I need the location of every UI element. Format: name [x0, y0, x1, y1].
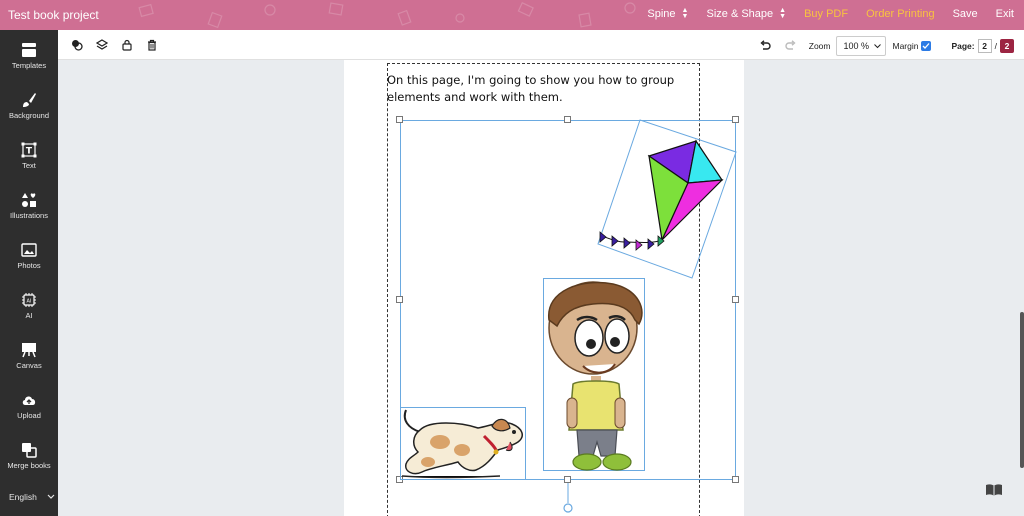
sidebar-item-label: Canvas	[16, 361, 42, 370]
language-label: English	[9, 492, 37, 502]
sidebar-item-upload[interactable]: Upload	[0, 392, 58, 420]
sidebar-item-label: Background	[8, 111, 50, 120]
margin-checkbox[interactable]	[921, 41, 932, 51]
buy-pdf-link[interactable]: Buy PDF	[804, 8, 848, 20]
boy-illustration[interactable]	[543, 280, 647, 472]
spine-dropdown[interactable]: Spine ▲ ▼	[647, 7, 689, 20]
chevron-down-icon	[874, 43, 882, 48]
templates-icon	[22, 43, 36, 57]
toolbar-right: Zoom 100 % Margin Page: 2 / 2	[759, 36, 1014, 56]
merge-icon	[22, 443, 37, 458]
kite-illustration[interactable]	[596, 118, 738, 282]
resize-handle[interactable]	[564, 476, 571, 483]
sidebar-item-label: Illustrations	[10, 211, 48, 220]
sidebar-item-canvas[interactable]: Canvas	[0, 342, 58, 370]
redo-icon[interactable]	[785, 40, 797, 52]
left-sidebar: Templates Background T Text Illustration…	[0, 30, 58, 516]
order-printing-link[interactable]: Order Printing	[866, 8, 934, 20]
sidebar-item-illustrations[interactable]: Illustrations	[0, 192, 58, 220]
page-separator: /	[994, 41, 997, 51]
top-bar: Test book project Spine ▲ ▼ Size & Shape …	[0, 0, 1024, 30]
exit-button[interactable]: Exit	[996, 8, 1014, 20]
save-button[interactable]: Save	[953, 8, 978, 20]
size-shape-dropdown[interactable]: Size & Shape ▲ ▼	[706, 7, 787, 20]
undo-icon[interactable]	[759, 40, 771, 52]
sidebar-item-text[interactable]: T Text	[0, 142, 58, 170]
layers-icon[interactable]	[96, 39, 108, 51]
easel-icon	[22, 343, 36, 358]
rotate-handle[interactable]	[560, 483, 576, 516]
zoom-value: 100 %	[843, 41, 870, 51]
updown-icon: ▲ ▼	[681, 7, 689, 20]
resize-handle[interactable]	[564, 116, 571, 123]
dog-illustration[interactable]	[400, 406, 528, 480]
sidebar-item-background[interactable]: Background	[0, 92, 58, 120]
language-selector[interactable]: English	[9, 492, 55, 502]
sidebar-item-merge-books[interactable]: Merge books	[0, 442, 58, 470]
chip-icon: AI	[22, 293, 36, 307]
page-text-block[interactable]: On this page, I'm going to show you how …	[387, 72, 687, 106]
resize-handle[interactable]	[732, 476, 739, 483]
sidebar-item-label: Templates	[11, 61, 47, 70]
zoom-select[interactable]: 100 %	[836, 36, 887, 56]
size-shape-label: Size & Shape	[706, 8, 774, 20]
sidebar-item-label: AI	[25, 311, 33, 320]
sidebar-item-label: Photos	[17, 261, 41, 270]
margin-label: Margin	[892, 41, 919, 51]
chevron-down-icon	[47, 494, 55, 499]
zoom-label: Zoom	[808, 41, 831, 51]
resize-handle[interactable]	[732, 296, 739, 303]
brush-icon	[23, 93, 36, 107]
text-icon: T	[21, 142, 37, 158]
page-current-input[interactable]: 2	[977, 39, 992, 53]
svg-text:T: T	[26, 147, 33, 157]
shapes-icon	[22, 193, 36, 207]
lock-icon[interactable]	[121, 39, 133, 51]
image-icon	[21, 243, 37, 257]
sidebar-item-templates[interactable]: Templates	[0, 42, 58, 70]
resize-handle[interactable]	[396, 116, 403, 123]
book-preview-icon[interactable]	[985, 483, 1003, 497]
cloud-upload-icon	[22, 396, 36, 405]
project-title[interactable]: Test book project	[8, 8, 99, 22]
trash-icon[interactable]	[146, 39, 158, 51]
spine-label: Spine	[647, 8, 676, 20]
group-icon[interactable]	[71, 39, 83, 51]
updown-icon: ▲ ▼	[779, 7, 787, 20]
page-label: Page:	[951, 41, 975, 51]
top-nav: Spine ▲ ▼ Size & Shape ▲ ▼ Buy PDF Order P…	[647, 7, 1014, 20]
sidebar-item-label: Text	[22, 161, 36, 170]
sidebar-item-ai[interactable]: AI AI	[0, 292, 58, 320]
editor-toolbar: Zoom 100 % Margin Page: 2 / 2	[58, 30, 1024, 60]
sidebar-item-label: Upload	[17, 411, 41, 420]
vertical-scrollbar[interactable]	[1020, 312, 1024, 468]
svg-text:AI: AI	[27, 299, 32, 305]
page-total-badge: 2	[1000, 39, 1014, 53]
sidebar-item-photos[interactable]: Photos	[0, 242, 58, 270]
resize-handle[interactable]	[396, 296, 403, 303]
check-icon	[923, 43, 930, 49]
sidebar-item-label: Merge books	[7, 461, 51, 470]
